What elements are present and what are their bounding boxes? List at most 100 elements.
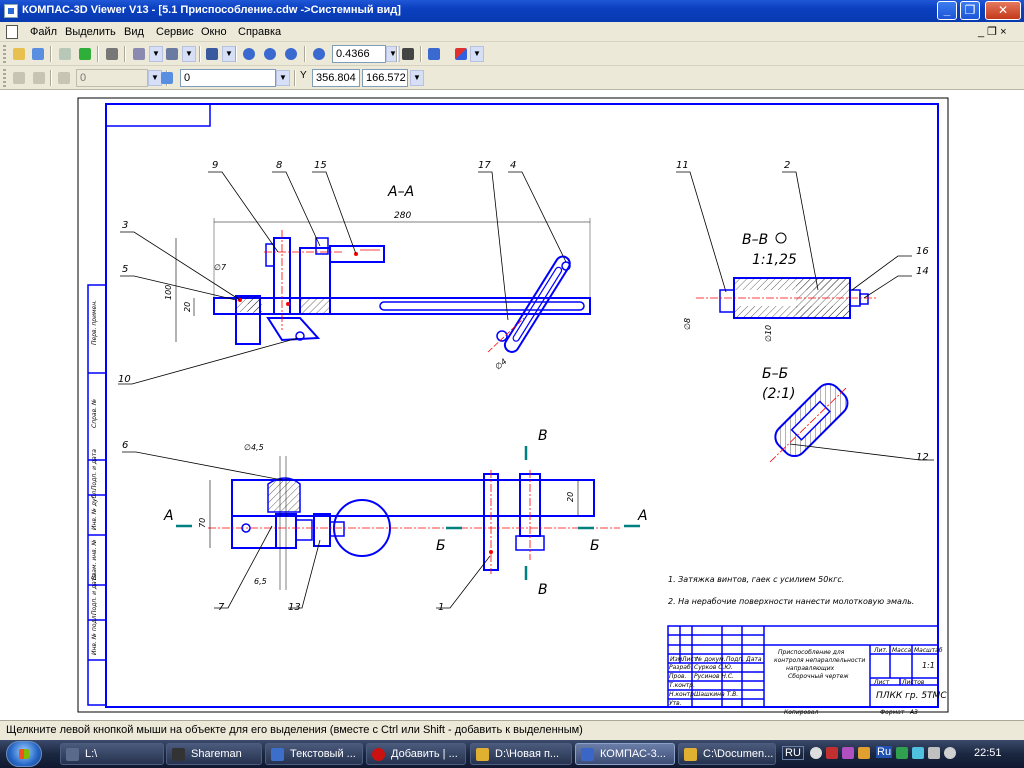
- mdi-window-controls[interactable]: _ ❐ ×: [978, 25, 1007, 38]
- view-manager-icon[interactable]: [10, 69, 28, 87]
- zoom-input[interactable]: 0.4366: [332, 45, 386, 63]
- back-arrow-icon[interactable]: [56, 45, 74, 63]
- marker-b-left: Б: [436, 538, 446, 554]
- status-text: Щелкните левой кнопкой мыши на объекте д…: [6, 724, 583, 736]
- marker-v-bottom: В: [538, 582, 548, 598]
- coordinate-label: Y: [300, 70, 307, 81]
- taskbar-clock[interactable]: 22:51: [974, 747, 1002, 759]
- task-kompas[interactable]: КОМПАС-3...: [575, 743, 675, 765]
- tray-power-icon[interactable]: [944, 747, 956, 759]
- task-l-drive[interactable]: L:\: [60, 743, 164, 765]
- tray-media-icon[interactable]: [842, 747, 854, 759]
- coordinate-dropdown-icon[interactable]: ▼: [410, 70, 424, 86]
- open-file-icon[interactable]: [10, 45, 28, 63]
- layer-select[interactable]: 0: [76, 69, 148, 87]
- callout-5: 5: [122, 264, 128, 275]
- tb-lists: Листов: [901, 679, 925, 686]
- callout-10: 10: [118, 374, 131, 385]
- opera-icon: [372, 748, 385, 761]
- technical-note-2: 2. На нерабочие поверхности нанести моло…: [668, 597, 914, 606]
- tb-podp: Подп.: [726, 656, 744, 663]
- layer-icon[interactable]: [158, 69, 176, 87]
- language-indicator[interactable]: RU: [782, 746, 804, 760]
- marker-b-right: Б: [590, 538, 600, 554]
- pan-icon[interactable]: [399, 45, 417, 63]
- style-dropdown-icon[interactable]: ▼: [276, 70, 290, 86]
- tray-update-icon[interactable]: [858, 747, 870, 759]
- task-documents-folder[interactable]: C:\Documen...: [678, 743, 776, 765]
- print-icon[interactable]: [103, 45, 121, 63]
- coordinate-y-input[interactable]: 166.572: [362, 69, 408, 87]
- callout-15: 15: [314, 160, 327, 171]
- marker-v-top: В: [538, 428, 548, 444]
- callout-2: 2: [784, 160, 790, 171]
- tray-app-icon[interactable]: [810, 747, 822, 759]
- tb-utv: Утв.: [669, 700, 682, 707]
- callout-1: 1: [438, 602, 444, 613]
- style-select[interactable]: 0: [180, 69, 276, 87]
- forward-arrow-icon[interactable]: [76, 45, 94, 63]
- document-icon[interactable]: [6, 25, 18, 39]
- task-shareman[interactable]: Shareman: [166, 743, 262, 765]
- tb-data: Дата: [745, 656, 762, 663]
- kompas-app-icon[interactable]: [4, 4, 18, 18]
- task-opera-add[interactable]: Добавить | ...: [366, 743, 466, 765]
- toolbar-grip[interactable]: [3, 69, 6, 87]
- tray-network-icon[interactable]: [896, 747, 908, 759]
- maximize-button[interactable]: ❐: [960, 1, 980, 20]
- layers-icon[interactable]: [452, 45, 470, 63]
- section-vv-title: В–В: [742, 232, 768, 248]
- marker-a-right: А: [637, 508, 648, 524]
- zoom-scale-icon[interactable]: [310, 45, 328, 63]
- coordinate-x-input[interactable]: 356.804: [312, 69, 360, 87]
- layer-state-icon[interactable]: [55, 69, 73, 87]
- minimize-button[interactable]: _: [937, 1, 957, 20]
- tray-volume-icon[interactable]: [928, 747, 940, 759]
- preview-icon[interactable]: [130, 45, 148, 63]
- tb-name1: Сурков С.Ю.: [694, 664, 733, 671]
- toolbar-grip[interactable]: [3, 45, 6, 63]
- menu-file[interactable]: Файл: [30, 26, 57, 38]
- layers-dropdown-icon[interactable]: ▼: [470, 46, 484, 62]
- section-vv-scale: 1:1,25: [752, 252, 797, 268]
- dim-70: 70: [198, 518, 207, 528]
- text-document-icon: [271, 748, 284, 761]
- tb-sheet-scale: 1:1: [922, 661, 935, 670]
- callout-3: 3: [122, 220, 128, 231]
- close-button[interactable]: ✕: [985, 1, 1021, 20]
- side-label-inv1: Инв. № дубл.: [91, 489, 98, 530]
- drawing-sheet[interactable]: Перв. примен. Справ. № Подп. и дата Инв.…: [0, 91, 1024, 720]
- tray-display-icon[interactable]: [912, 747, 924, 759]
- menu-help[interactable]: Справка: [238, 26, 281, 38]
- zoom-out-icon[interactable]: [282, 45, 300, 63]
- properties-dropdown-icon[interactable]: ▼: [222, 46, 236, 62]
- dim-fi45: ∅4,5: [244, 443, 264, 452]
- taskbar: L:\ Shareman Текстовый ... Добавить | ..…: [0, 740, 1024, 768]
- view-state-icon[interactable]: [30, 69, 48, 87]
- tb-prov: Пров.: [669, 673, 687, 680]
- start-button[interactable]: [6, 741, 42, 767]
- task-new-folder[interactable]: D:\Новая п...: [470, 743, 572, 765]
- menu-select[interactable]: Выделить: [65, 26, 116, 38]
- kompas-icon: [581, 748, 594, 761]
- technical-note-1: 1. Затяжка винтов, гаек с усилием 50кгс.: [668, 575, 844, 584]
- dim-100: 100: [164, 285, 173, 300]
- title-bar[interactable]: КОМПАС-3D Viewer V13 - [5.1 Приспособлен…: [0, 0, 1024, 22]
- side-label-sprav: Справ. №: [91, 399, 98, 428]
- refresh-icon[interactable]: [425, 45, 443, 63]
- menu-service[interactable]: Сервис: [156, 26, 194, 38]
- zoom-in-icon[interactable]: [261, 45, 279, 63]
- open-folder-icon[interactable]: [29, 45, 47, 63]
- tb-title-line2: контроля непараллельности: [774, 657, 865, 664]
- layout-dropdown-icon[interactable]: ▼: [182, 46, 196, 62]
- layout-icon[interactable]: [163, 45, 181, 63]
- drawing-canvas[interactable]: Перв. примен. Справ. № Подп. и дата Инв.…: [0, 91, 1024, 720]
- menu-view[interactable]: Вид: [124, 26, 144, 38]
- preview-dropdown-icon[interactable]: ▼: [149, 46, 163, 62]
- menu-window[interactable]: Окно: [201, 26, 227, 38]
- tray-keyboard-ru[interactable]: Ru: [876, 746, 893, 758]
- properties-icon[interactable]: [203, 45, 221, 63]
- tray-antivirus-icon[interactable]: [826, 747, 838, 759]
- zoom-window-icon[interactable]: [240, 45, 258, 63]
- task-text-document[interactable]: Текстовый ...: [265, 743, 363, 765]
